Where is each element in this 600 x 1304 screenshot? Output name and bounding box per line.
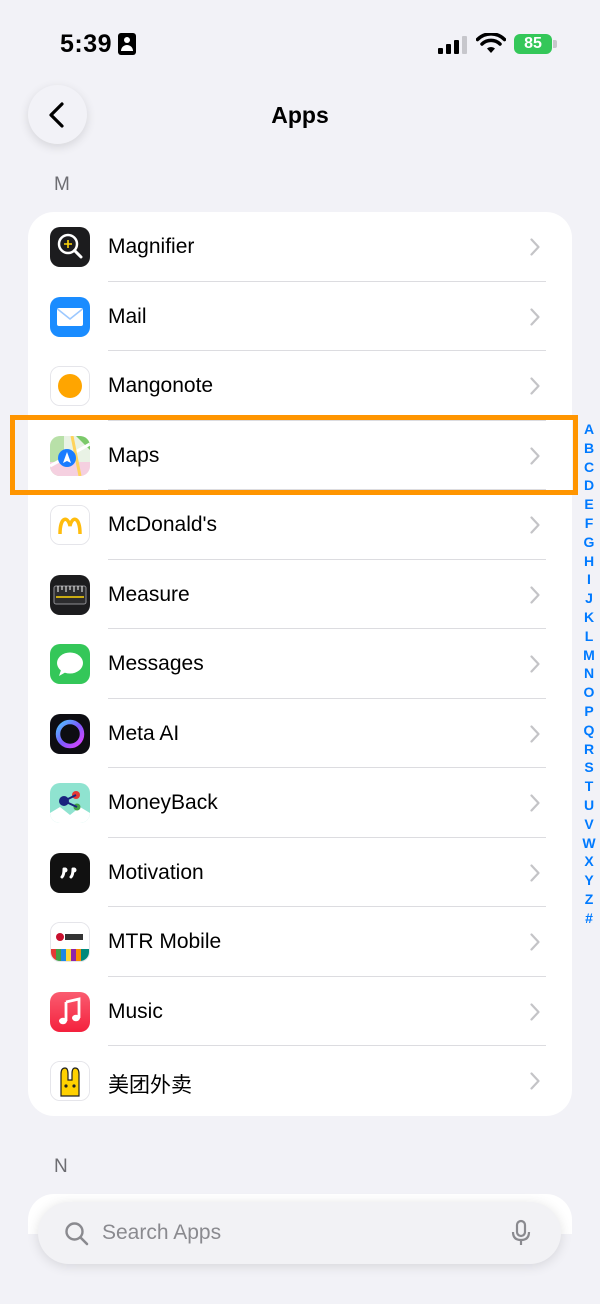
index-letter[interactable]: E	[578, 495, 600, 514]
app-row-magnifier[interactable]: Magnifier	[28, 212, 572, 282]
wifi-icon	[476, 33, 506, 53]
index-letter[interactable]: S	[578, 758, 600, 777]
app-row-mail[interactable]: Mail	[28, 282, 572, 351]
app-label: Meta AI	[108, 721, 180, 745]
focus-badge-icon	[118, 33, 136, 55]
chevron-right-icon	[530, 307, 540, 326]
chevron-right-icon	[530, 1072, 540, 1090]
mtr-mobile-app-icon	[50, 922, 90, 962]
index-letter[interactable]: O	[578, 683, 600, 702]
motivation-app-icon	[50, 852, 90, 893]
meituan-waimai-app-icon	[50, 1061, 90, 1101]
search-bar[interactable]: Search Apps	[38, 1202, 561, 1264]
maps-app-icon	[50, 435, 90, 476]
app-label: Mail	[108, 304, 147, 328]
app-label: 美团外卖	[108, 1074, 192, 1097]
magnifier-app-icon	[50, 227, 90, 267]
app-row-motivation[interactable]: Motivation	[28, 838, 572, 907]
app-label: Messages	[108, 652, 204, 675]
app-row-music[interactable]: Music	[28, 977, 572, 1046]
index-letter[interactable]: L	[578, 627, 600, 646]
app-label: Measure	[108, 582, 190, 606]
chevron-right-icon	[530, 585, 540, 604]
index-letter[interactable]: Q	[578, 721, 600, 740]
mangonote-app-icon	[50, 366, 90, 406]
app-label: Motivation	[108, 860, 204, 884]
app-row-meituan-waimai[interactable]: 美团外卖	[28, 1046, 572, 1116]
app-list-section-m: Magnifier Mail Mangonote Maps McDonald's	[28, 212, 572, 1116]
chevron-right-icon	[530, 238, 540, 256]
index-letter[interactable]: P	[578, 702, 600, 721]
app-row-meta-ai[interactable]: Meta AI	[28, 699, 572, 768]
app-label: McDonald's	[108, 513, 218, 536]
meta-ai-app-icon	[50, 713, 90, 754]
page-title: Apps	[271, 102, 329, 128]
index-letter[interactable]: J	[578, 589, 600, 608]
moneyback-app-icon	[50, 783, 90, 823]
index-letter[interactable]: W	[578, 834, 600, 853]
index-letter[interactable]: Z	[578, 890, 600, 909]
alphabet-index-bar[interactable]: A B C D E F G H I J K L M N O P Q R S T U V W X Y Z #	[578, 420, 600, 928]
status-bar: 5:39 85	[0, 0, 600, 80]
microphone-icon[interactable]	[510, 1219, 532, 1247]
app-label: Mangonote	[108, 374, 214, 397]
index-letter[interactable]: K	[578, 608, 600, 627]
chevron-right-icon	[530, 794, 540, 812]
app-row-maps[interactable]: Maps	[28, 421, 572, 490]
magnifying-glass-icon	[65, 1222, 89, 1246]
chevron-right-icon	[530, 933, 540, 951]
app-row-mtr-mobile[interactable]: MTR Mobile	[28, 907, 572, 977]
app-row-measure[interactable]: Measure	[28, 560, 572, 629]
index-letter[interactable]: N	[578, 664, 600, 683]
chevron-right-icon	[530, 446, 540, 465]
battery-level: 85	[514, 34, 552, 54]
messages-app-icon	[50, 644, 90, 684]
index-letter[interactable]: C	[578, 458, 600, 477]
app-row-mangonote[interactable]: Mangonote	[28, 351, 572, 421]
section-header-m: M	[54, 174, 70, 195]
index-letter[interactable]: U	[578, 796, 600, 815]
mail-app-icon	[50, 296, 90, 337]
app-label: MoneyBack	[108, 791, 218, 814]
section-header-n: N	[54, 1156, 68, 1177]
app-row-moneyback[interactable]: MoneyBack	[28, 768, 572, 838]
app-row-mcdonalds[interactable]: McDonald's	[28, 490, 572, 560]
chevron-right-icon	[530, 1002, 540, 1021]
cellular-signal-icon	[438, 36, 467, 54]
status-time: 5:39	[60, 30, 113, 58]
index-letter[interactable]: Y	[578, 871, 600, 890]
index-letter[interactable]: X	[578, 852, 600, 871]
index-letter[interactable]: #	[578, 909, 600, 928]
search-input[interactable]: Search Apps	[102, 1221, 221, 1245]
chevron-right-icon	[530, 724, 540, 743]
app-row-messages[interactable]: Messages	[28, 629, 572, 699]
index-letter[interactable]: F	[578, 514, 600, 533]
measure-app-icon	[50, 574, 90, 615]
chevron-right-icon	[530, 863, 540, 882]
index-letter[interactable]: V	[578, 815, 600, 834]
app-label: Maps	[108, 443, 160, 467]
index-letter[interactable]: B	[578, 439, 600, 458]
index-letter[interactable]: H	[578, 552, 600, 571]
app-label: Music	[108, 999, 163, 1023]
app-label: Magnifier	[108, 235, 195, 258]
index-letter[interactable]: M	[578, 646, 600, 665]
index-letter[interactable]: I	[578, 570, 600, 589]
index-letter[interactable]: T	[578, 777, 600, 796]
index-letter[interactable]: G	[578, 533, 600, 552]
index-letter[interactable]: R	[578, 740, 600, 759]
mcdonalds-app-icon	[50, 505, 90, 545]
index-letter[interactable]: A	[578, 420, 600, 439]
index-letter[interactable]: D	[578, 476, 600, 495]
app-label: MTR Mobile	[108, 930, 222, 953]
battery-cap	[553, 40, 557, 48]
chevron-right-icon	[530, 516, 540, 534]
chevron-right-icon	[530, 377, 540, 395]
music-app-icon	[50, 991, 90, 1032]
chevron-right-icon	[530, 655, 540, 673]
